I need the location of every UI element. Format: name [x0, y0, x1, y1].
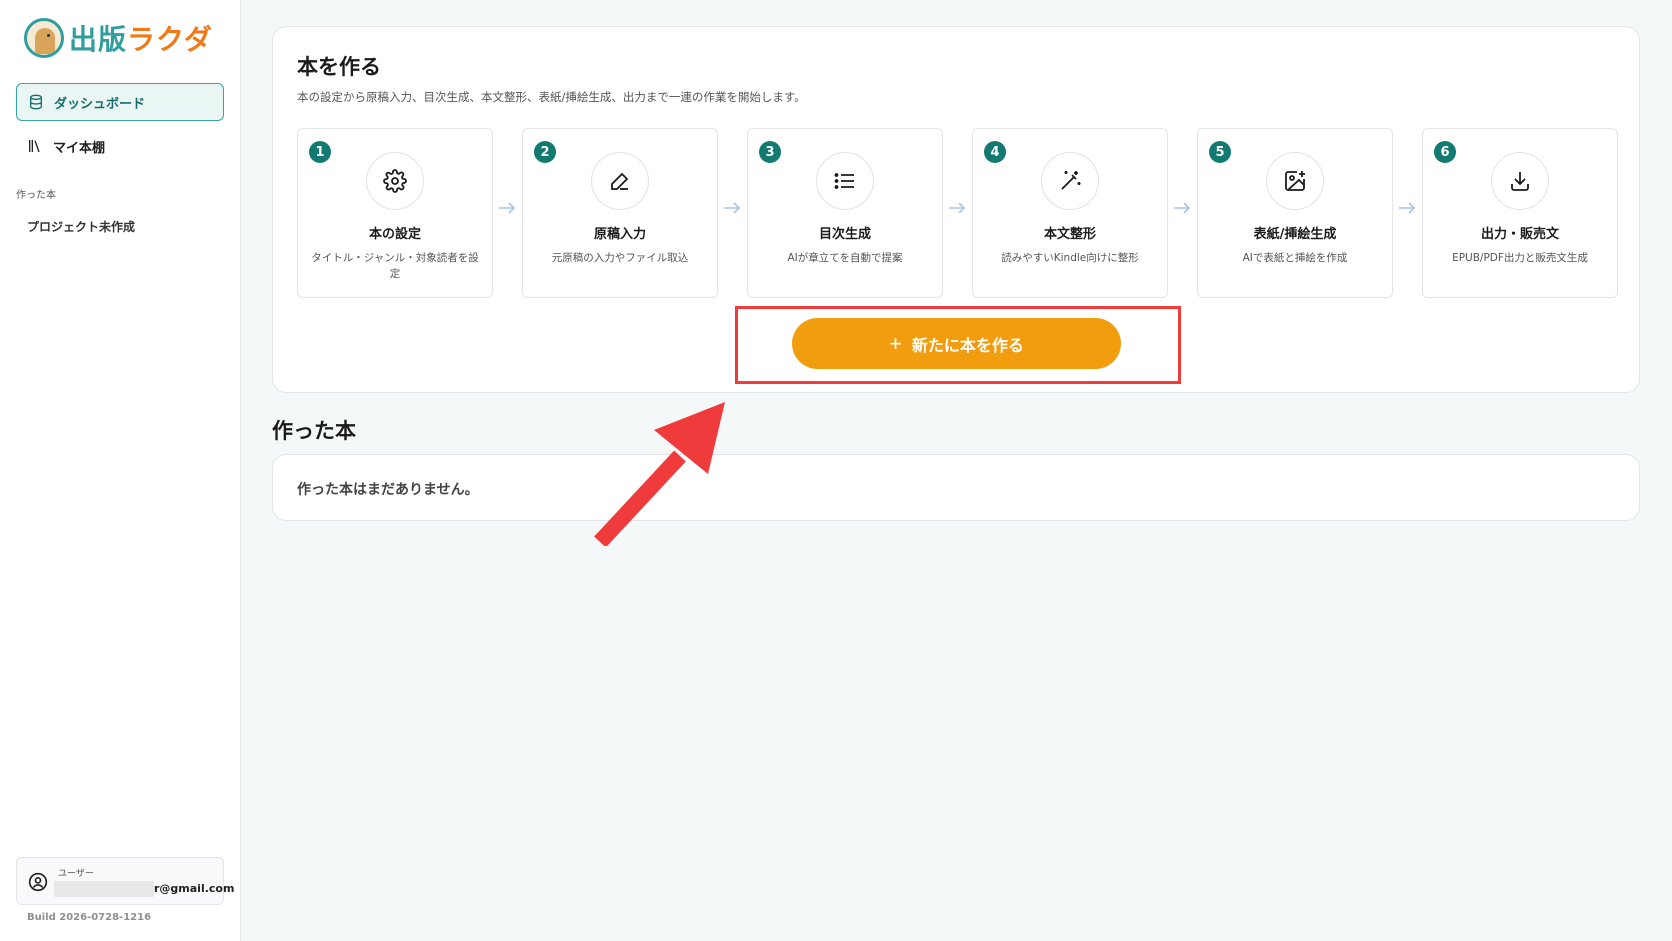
step-title: 本文整形 — [1043, 227, 1096, 242]
step-number: 1 — [309, 141, 331, 163]
download-icon — [1511, 172, 1529, 191]
step-title: 表紙/挿絵生成 — [1253, 227, 1337, 242]
redacted-email — [54, 881, 154, 897]
step-number: 5 — [1209, 141, 1231, 163]
step-card-1[interactable]: 1 本の設定 タイトル・ジャンル・対象読者を設定 — [297, 128, 493, 298]
section-label: 作った本 — [16, 190, 56, 201]
step-title: 本の設定 — [368, 227, 421, 242]
camel-logo-icon — [24, 18, 64, 58]
step-description: 元原稿の入力やファイル取込 — [551, 252, 689, 264]
step-number: 3 — [759, 141, 781, 163]
new-book-button[interactable]: + 新たに本を作る — [792, 318, 1121, 369]
step-card-6[interactable]: 6 出力・販売文 EPUB/PDF出力と販売文生成 — [1422, 128, 1618, 298]
step-number: 2 — [534, 141, 556, 163]
plus-icon: + — [889, 330, 902, 356]
new-book-button-label: 新たに本を作る — [911, 337, 1024, 355]
bookshelf-icon — [29, 140, 40, 153]
step-number: 6 — [1434, 141, 1456, 163]
project-link[interactable]: プロジェクト未作成 — [27, 218, 135, 235]
build-version: Build 2026-0728-1216 — [27, 912, 152, 923]
arrow-right-icon — [949, 202, 966, 214]
user-email: r@gmail.com — [154, 882, 235, 895]
sidebar: 出版ラクダ ダッシュボード マイ本棚 作った本 プロジェクト未作成 ユーザー r… — [0, 0, 241, 941]
list-icon — [834, 173, 854, 189]
step-number: 4 — [984, 141, 1006, 163]
step-card-3[interactable]: 3 目次生成 AIが章立てを自動で提案 — [747, 128, 943, 298]
logo-text-part2: ラクダ — [127, 23, 213, 56]
arrow-right-icon — [724, 202, 741, 214]
sidebar-item-dashboard[interactable]: ダッシュボード — [16, 83, 224, 121]
step-title: 原稿入力 — [593, 227, 646, 242]
sidebar-item-label: マイ本棚 — [53, 140, 106, 156]
pencil-icon — [611, 172, 629, 190]
step-title: 出力・販売文 — [1480, 227, 1559, 242]
create-description: 本の設定から原稿入力、目次生成、本文整形、表紙/挿絵生成、出力まで一連の作業を開… — [297, 90, 806, 104]
empty-message: 作った本はまだありません。 — [297, 482, 479, 498]
magic-wand-icon — [1061, 171, 1081, 190]
made-books-title: 作った本 — [272, 419, 356, 443]
step-description: 読みやすいKindle向けに整形 — [1001, 252, 1139, 264]
database-icon — [30, 94, 42, 110]
logo-text-part1: 出版 — [69, 23, 128, 56]
create-title: 本を作る — [297, 55, 381, 79]
image-plus-icon — [1285, 171, 1305, 191]
step-description: AIで表紙と挿絵を作成 — [1242, 252, 1348, 264]
sidebar-item-bookshelf[interactable]: マイ本棚 — [16, 127, 224, 165]
step-description: AIが章立てを自動で提案 — [787, 252, 903, 264]
step-card-2[interactable]: 2 原稿入力 元原稿の入力やファイル取込 — [522, 128, 718, 298]
arrow-right-icon — [1399, 202, 1416, 214]
user-circle-icon — [28, 872, 48, 892]
made-books-card: 作った本はまだありません。 — [272, 454, 1640, 521]
step-card-4[interactable]: 4 本文整形 読みやすいKindle向けに整形 — [972, 128, 1168, 298]
step-title: 目次生成 — [818, 227, 871, 242]
gear-icon — [383, 169, 407, 193]
arrow-right-icon — [499, 202, 516, 214]
step-card-5[interactable]: 5 表紙/挿絵生成 AIで表紙と挿絵を作成 — [1197, 128, 1393, 298]
app-logo[interactable]: 出版ラクダ — [24, 18, 213, 58]
sidebar-item-label: ダッシュボード — [54, 96, 146, 112]
user-card[interactable]: ユーザー r@gmail.com — [16, 857, 234, 905]
arrow-right-icon — [1174, 202, 1191, 214]
app-name: 出版ラクダ — [69, 18, 213, 58]
annotation-arrow-icon — [594, 402, 725, 546]
user-role: ユーザー — [58, 869, 94, 879]
step-description: EPUB/PDF出力と販売文生成 — [1452, 252, 1588, 264]
step-description: タイトル・ジャンル・対象読者を設定 — [311, 252, 479, 280]
